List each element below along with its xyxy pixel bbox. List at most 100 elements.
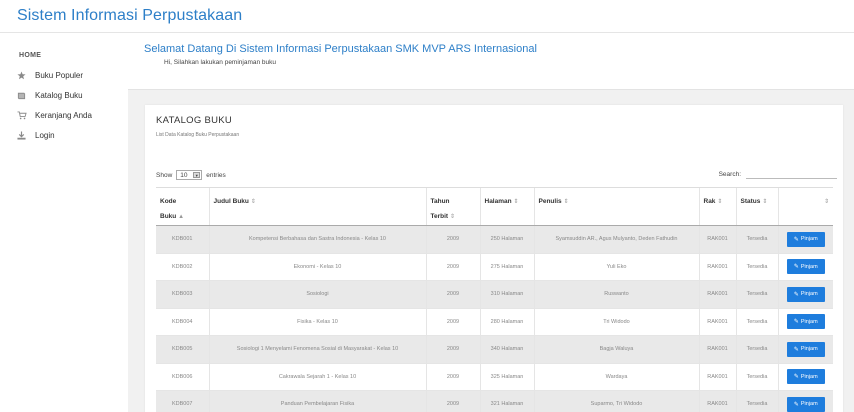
- pinjam-button-label: Pinjam: [800, 236, 818, 243]
- pinjam-button[interactable]: ✎ Pinjam: [786, 369, 825, 385]
- pinjam-button-label: Pinjam: [800, 401, 818, 408]
- pinjam-button-label: Pinjam: [800, 263, 818, 270]
- entries-label: entries: [206, 171, 226, 179]
- search-input[interactable]: [746, 169, 837, 179]
- cell-action: ✎ Pinjam: [777, 390, 833, 412]
- entries-length-control: Show 10 ▼ entries: [156, 170, 226, 180]
- pinjam-button[interactable]: ✎ Pinjam: [786, 314, 825, 330]
- cell-status: Tersedia: [735, 390, 778, 412]
- search-label: Search:: [718, 170, 741, 178]
- pencil-icon: ✎: [793, 374, 799, 381]
- cell-status: Tersedia: [735, 253, 778, 281]
- book-icon: [17, 91, 29, 100]
- download-icon: [17, 130, 29, 140]
- cell-kode: KDB003: [156, 280, 209, 309]
- table-row: KDB005 Sosiologi 1 Menyelami Fenomena Sos…: [156, 335, 833, 364]
- cell-status: Tersedia: [735, 308, 778, 336]
- cell-judul: Cakrawala Sejarah 1 - Kelas 10: [208, 363, 426, 391]
- pinjam-button[interactable]: ✎ Pinjam: [786, 286, 825, 302]
- table-row: KDB004 Fisika - Kelas 10 2009 280 Halaman Tr…: [156, 308, 833, 336]
- cell-judul: Fisika - Kelas 10: [208, 308, 426, 336]
- cart-icon: [17, 110, 29, 120]
- cell-action: ✎ Pinjam: [777, 253, 833, 281]
- sidebar-heading: HOME: [19, 52, 42, 59]
- sidebar-item-label: Login: [35, 130, 55, 140]
- cell-penulis: Ruswanto: [533, 280, 699, 309]
- star-icon: [17, 70, 29, 80]
- cell-halaman: 325 Halaman: [479, 363, 534, 391]
- column-header-penulis[interactable]: Penulis ⇕: [533, 187, 699, 226]
- cell-rak: RAK001: [698, 308, 736, 336]
- pencil-icon: ✎: [793, 346, 799, 353]
- cell-status: Tersedia: [735, 363, 778, 391]
- cell-kode: KDB007: [156, 390, 209, 412]
- sort-icon: ⇕: [762, 199, 768, 205]
- cell-halaman: 310 Halaman: [479, 280, 534, 309]
- welcome-subtitle: Hi, Silahkan lakukan peminjaman buku: [164, 59, 277, 66]
- catalog-subtitle: List Data Katalog Buku Perpustakaan: [156, 132, 240, 138]
- main-content: Selamat Datang Di Sistem Informasi Perpu…: [128, 34, 854, 412]
- pinjam-button[interactable]: ✎ Pinjam: [786, 231, 825, 247]
- cell-tahun: 2009: [425, 225, 480, 254]
- table-row: KDB006 Cakrawala Sejarah 1 - Kelas 10 2009…: [156, 363, 833, 391]
- app-title[interactable]: Sistem Informasi Perpustakaan: [17, 7, 242, 25]
- sidebar-item-keranjang-anda[interactable]: Keranjang Anda: [17, 108, 92, 122]
- entries-select-value: 10: [180, 171, 188, 179]
- table-search: Search:: [719, 169, 837, 179]
- cell-judul: Panduan Pembelajaran Fisika: [208, 390, 426, 412]
- cell-tahun: 2009: [425, 363, 480, 391]
- cell-rak: RAK001: [698, 280, 736, 309]
- cell-halaman: 340 Halaman: [479, 335, 534, 364]
- table-row: KDB002 Ekonomi - Kelas 10 2009 275 Halaman Y…: [156, 253, 833, 281]
- entries-select[interactable]: 10 ▼: [176, 170, 203, 180]
- column-header-action[interactable]: ⇕: [777, 187, 833, 226]
- cell-kode: KDB002: [156, 253, 209, 281]
- sort-icon: ⇕: [563, 199, 569, 205]
- cell-penulis: Syamsuddin AR., Agus Mulyanto, Deden Fat…: [533, 225, 699, 254]
- cell-kode: KDB004: [156, 308, 209, 336]
- cell-action: ✎ Pinjam: [777, 363, 833, 391]
- cell-penulis: Tri Widodo: [533, 308, 699, 336]
- cell-action: ✎ Pinjam: [777, 280, 833, 309]
- catalog-table: Kode Buku ▲ Judul Buku ⇕ Tahun Terbit ⇕ Ha…: [156, 187, 833, 412]
- cell-status: Tersedia: [735, 335, 778, 364]
- pinjam-button[interactable]: ✎ Pinjam: [786, 341, 825, 357]
- sidebar-item-buku-populer[interactable]: Buku Populer: [17, 68, 83, 82]
- pinjam-button[interactable]: ✎ Pinjam: [786, 396, 825, 412]
- cell-tahun: 2009: [425, 253, 480, 281]
- cell-tahun: 2009: [425, 308, 480, 336]
- column-header-status[interactable]: Status ⇕: [735, 187, 778, 226]
- cell-kode: KDB006: [156, 363, 209, 391]
- sort-icon: ⇕: [717, 199, 723, 205]
- table-row: KDB007 Panduan Pembelajaran Fisika 2009 321…: [156, 390, 833, 412]
- table-header-row: Kode Buku ▲ Judul Buku ⇕ Tahun Terbit ⇕ Ha…: [156, 187, 833, 226]
- sort-icon: ⇕: [250, 199, 256, 205]
- column-header-rak[interactable]: Rak ⇕: [698, 187, 736, 226]
- cell-penulis: Yuli Eko: [533, 253, 699, 281]
- sidebar-item-katalog-buku[interactable]: Katalog Buku: [17, 88, 83, 102]
- cell-status: Tersedia: [735, 280, 778, 309]
- pencil-icon: ✎: [793, 291, 799, 298]
- column-header-kode-buku[interactable]: Kode Buku ▲: [156, 187, 209, 226]
- column-header-halaman[interactable]: Halaman ⇕: [479, 187, 534, 226]
- pencil-icon: ✎: [793, 401, 799, 408]
- cell-tahun: 2009: [425, 390, 480, 412]
- cell-penulis: Wardaya: [533, 363, 699, 391]
- column-header-judul-buku[interactable]: Judul Buku ⇕: [208, 187, 426, 226]
- pinjam-button-label: Pinjam: [800, 346, 818, 353]
- sidebar-item-label: Buku Populer: [35, 70, 84, 80]
- cell-action: ✎ Pinjam: [777, 225, 833, 254]
- sort-icon: ⇕: [513, 199, 519, 205]
- chevron-down-icon: ▼: [193, 172, 201, 178]
- cell-halaman: 250 Halaman: [479, 225, 534, 254]
- cell-rak: RAK001: [698, 225, 736, 254]
- cell-tahun: 2009: [425, 335, 480, 364]
- pencil-icon: ✎: [793, 264, 799, 271]
- pinjam-button[interactable]: ✎ Pinjam: [786, 259, 825, 275]
- cell-tahun: 2009: [425, 280, 480, 309]
- cell-rak: RAK001: [698, 253, 736, 281]
- sidebar-item-login[interactable]: Login: [17, 128, 55, 142]
- column-header-tahun-terbit[interactable]: Tahun Terbit ⇕: [425, 187, 480, 226]
- cell-judul: Sosiologi 1 Menyelami Fenomena Sosial di…: [208, 335, 426, 364]
- pinjam-button-label: Pinjam: [800, 291, 818, 298]
